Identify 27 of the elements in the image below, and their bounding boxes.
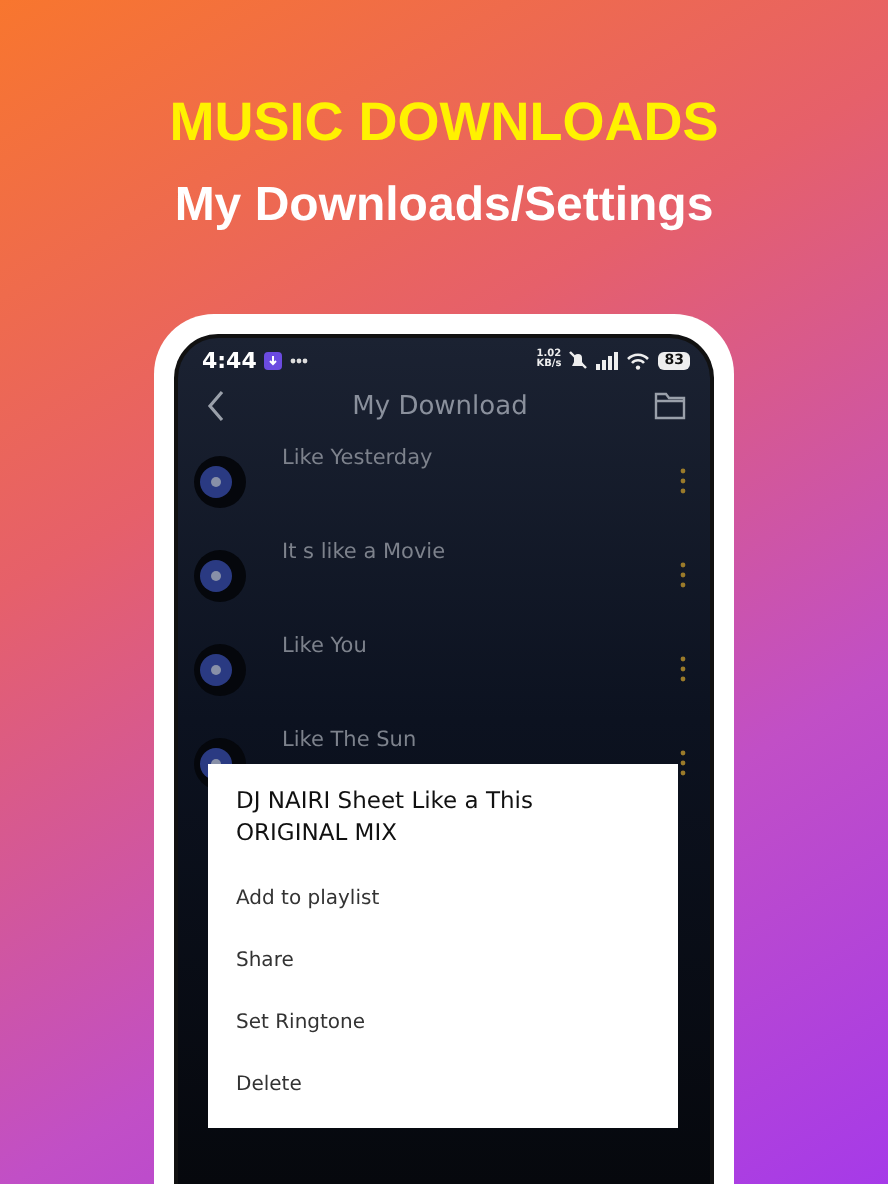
- screen-title: My Download: [352, 391, 528, 421]
- menu-item[interactable]: Set Ringtone: [208, 992, 678, 1054]
- more-vertical-icon[interactable]: [680, 750, 686, 776]
- download-notification-icon: [264, 351, 283, 369]
- vinyl-disc-icon: [194, 550, 246, 602]
- more-vertical-icon[interactable]: [680, 656, 686, 682]
- back-icon[interactable]: [206, 390, 226, 422]
- more-vertical-icon[interactable]: [680, 562, 686, 588]
- wifi-icon: [626, 351, 651, 369]
- more-vertical-icon[interactable]: [680, 468, 686, 494]
- menu-item[interactable]: Delete: [208, 1054, 678, 1116]
- menu-title: DJ NAIRI Sheet Like a This ORIGINAL MIX: [234, 784, 535, 848]
- headline: MUSIC DOWNLOADS: [169, 90, 719, 154]
- status-time: 4:44: [202, 347, 257, 373]
- menu-item[interactable]: Add to playlist: [208, 868, 678, 930]
- song-title[interactable]: Like The Sun: [282, 728, 644, 752]
- subtitle: My Downloads/Settings: [174, 178, 714, 234]
- signal-icon: [596, 351, 619, 369]
- song-title[interactable]: Like Yesterday: [282, 446, 644, 470]
- more-dots-icon: [290, 357, 309, 363]
- song-title[interactable]: It s like a Movie: [282, 540, 644, 564]
- vinyl-disc-icon: [194, 644, 246, 696]
- menu-item[interactable]: Share: [208, 930, 678, 992]
- folder-icon[interactable]: [653, 392, 686, 420]
- muted-bell-icon: [568, 350, 589, 370]
- vinyl-disc-icon: [194, 456, 246, 508]
- song-title[interactable]: Like You: [282, 634, 644, 658]
